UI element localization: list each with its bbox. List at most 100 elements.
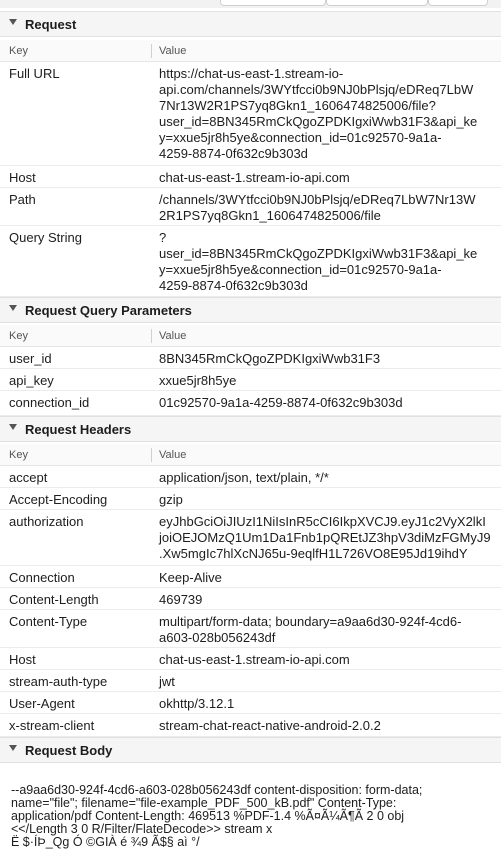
value-line: 2R1PS7yq8Gkn1_1606474825006/file — [159, 208, 381, 223]
table-row: User-Agent okhttp/3.12.1 — [0, 692, 501, 714]
row-key: Content-Type — [9, 614, 88, 629]
row-value: chat-us-east-1.stream-io-api.com — [159, 652, 495, 668]
section-query-params-header[interactable]: Request Query Parameters — [0, 297, 501, 323]
column-divider[interactable] — [151, 329, 152, 343]
table-row: authorization eyJhbGciOiJIUzI1NiIsInR5cC… — [0, 510, 501, 566]
section-title: Request Body — [25, 743, 113, 758]
table-row: stream-auth-type jwt — [0, 670, 501, 692]
value-line: .Xw5mgIc7hlXcNJ65u-9eqlfH1L726VO8E95Jd19… — [159, 546, 468, 561]
key-column-header: Key — [9, 330, 28, 342]
section-headers-header[interactable]: Request Headers — [0, 416, 501, 442]
row-value: multipart/form-data; boundary=a9aa6d30-9… — [159, 614, 495, 646]
value-line: a603-028b056243df — [159, 630, 276, 645]
row-key: Accept-Encoding — [9, 492, 108, 507]
row-value: jwt — [159, 674, 495, 690]
row-value: Keep-Alive — [159, 570, 495, 586]
value-line: y=xxue5jr8h5ye&connection_id=01c92570-9a… — [159, 130, 442, 145]
disclosure-triangle-icon[interactable] — [9, 305, 17, 311]
table-row: x-stream-client stream-chat-react-native… — [0, 714, 501, 737]
value-line: stream-chat-react-native-android-2.0.2 — [159, 718, 381, 733]
row-key: api_key — [9, 373, 54, 388]
table-row: Host chat-us-east-1.stream-io-api.com — [0, 648, 501, 670]
table-row: connection_id 01c92570-9a1a-4259-8874-0f… — [0, 391, 501, 416]
row-key: Host — [9, 652, 36, 667]
row-value: gzip — [159, 492, 495, 508]
table-row: accept application/json, text/plain, */* — [0, 466, 501, 488]
column-divider[interactable] — [151, 44, 152, 58]
value-column-header: Value — [159, 45, 187, 57]
top-toolbar-edge — [0, 0, 501, 8]
row-key: authorization — [9, 514, 84, 529]
value-line: 469739 — [159, 592, 203, 607]
row-value: 469739 — [159, 592, 495, 608]
row-key: Connection — [9, 570, 75, 585]
row-value: ? user_id=8BN345RmCkQgoZPDKIgxiWwb31F3&a… — [159, 230, 495, 294]
section-title: Request Headers — [25, 422, 132, 437]
row-value: xxue5jr8h5ye — [159, 373, 237, 388]
key-column-header: Key — [9, 45, 28, 57]
value-column-header: Value — [159, 330, 187, 342]
row-key: accept — [9, 470, 48, 485]
row-value: 8BN345RmCkQgoZPDKIgxiWwb31F3 — [159, 351, 381, 366]
value-line: 7Nr13W2R1PS7yq8Gkn1_1606474825006/file? — [159, 98, 436, 113]
value-line: eyJhbGciOiJIUzI1NiIsInR5cCI6IkpXVCJ9.eyJ… — [159, 514, 486, 529]
value-line: application/json, text/plain, */* — [159, 470, 329, 485]
disclosure-triangle-icon[interactable] — [9, 19, 17, 25]
value-line: 4259-8874-0f632c9b303d — [159, 278, 308, 293]
row-key: User-Agent — [9, 696, 75, 711]
value-line: https://chat-us-east-1.stream-io- — [159, 66, 344, 81]
value-line: jwt — [159, 674, 175, 689]
row-key: Query String — [9, 230, 82, 245]
column-header-row: Key Value — [0, 444, 501, 466]
table-row: Content-Type multipart/form-data; bounda… — [0, 610, 501, 648]
column-header-row: Key Value — [0, 325, 501, 347]
row-key: user_id — [9, 351, 52, 366]
value-line: Keep-Alive — [159, 570, 222, 585]
disclosure-triangle-icon[interactable] — [9, 424, 17, 430]
row-key: Path — [9, 192, 36, 207]
value-column-header: Value — [159, 449, 187, 461]
toolbar-segment-1[interactable] — [220, 0, 326, 6]
value-line: okhttp/3.12.1 — [159, 696, 235, 711]
column-divider[interactable] — [151, 448, 152, 462]
value-line: y=xxue5jr8h5ye&connection_id=01c92570-9a… — [159, 262, 442, 277]
toolbar-segment-2[interactable] — [326, 0, 428, 6]
row-value: chat-us-east-1.stream-io-api.com — [159, 170, 495, 186]
value-line: gzip — [159, 492, 183, 507]
table-row: Connection Keep-Alive — [0, 566, 501, 588]
request-body-content: --a9aa6d30-924f-4cd6-a603-028b056243df c… — [11, 784, 493, 849]
value-line: user_id=8BN345RmCkQgoZPDKIgxiWwb31F3&api… — [159, 114, 478, 129]
row-value: https://chat-us-east-1.stream-io- api.co… — [159, 66, 495, 162]
key-column-header: Key — [9, 449, 28, 461]
value-line: 4259-8874-0f632c9b303d — [159, 146, 308, 161]
row-value: /channels/3WYtfcci0b9NJ0bPlsjq/eDReq7LbW… — [159, 192, 495, 224]
row-value: stream-chat-react-native-android-2.0.2 — [159, 718, 495, 734]
row-key: x-stream-client — [9, 718, 95, 733]
value-line: api.com/channels/3WYtfcci0b9NJ0bPlsjq/eD… — [159, 82, 474, 97]
section-body-header[interactable]: Request Body — [0, 737, 501, 763]
table-row: Query String ? user_id=8BN345RmCkQgoZPDK… — [0, 226, 501, 297]
table-row: user_id 8BN345RmCkQgoZPDKIgxiWwb31F3 — [0, 347, 501, 369]
value-line: chat-us-east-1.stream-io-api.com — [159, 652, 350, 667]
table-row: Content-Length 469739 — [0, 588, 501, 610]
table-row: Path /channels/3WYtfcci0b9NJ0bPlsjq/eDRe… — [0, 188, 501, 226]
row-key: Content-Length — [9, 592, 99, 607]
toolbar-segment-3[interactable] — [428, 0, 488, 6]
value-line: /channels/3WYtfcci0b9NJ0bPlsjq/eDReq7LbW… — [159, 192, 476, 207]
section-request-header[interactable]: Request — [0, 11, 501, 37]
table-row: api_key xxue5jr8h5ye — [0, 369, 501, 391]
row-value: eyJhbGciOiJIUzI1NiIsInR5cCI6IkpXVCJ9.eyJ… — [159, 514, 495, 562]
disclosure-triangle-icon[interactable] — [9, 745, 17, 751]
row-key: Full URL — [9, 66, 60, 81]
section-title: Request Query Parameters — [25, 303, 192, 318]
table-row: Full URL https://chat-us-east-1.stream-i… — [0, 62, 501, 166]
value-line: multipart/form-data; boundary=a9aa6d30-9… — [159, 614, 462, 629]
body-line: Ë $·ÍÞ_Qg Ó ©GIÀ é ¾9 Ã$§ aì °/ — [11, 835, 200, 849]
row-key: connection_id — [9, 395, 90, 410]
table-row: Accept-Encoding gzip — [0, 488, 501, 510]
row-value: 01c92570-9a1a-4259-8874-0f632c9b303d — [159, 395, 403, 410]
column-header-row: Key Value — [0, 40, 501, 62]
row-key: stream-auth-type — [9, 674, 108, 689]
section-title: Request — [25, 17, 77, 32]
row-value: okhttp/3.12.1 — [159, 696, 495, 712]
